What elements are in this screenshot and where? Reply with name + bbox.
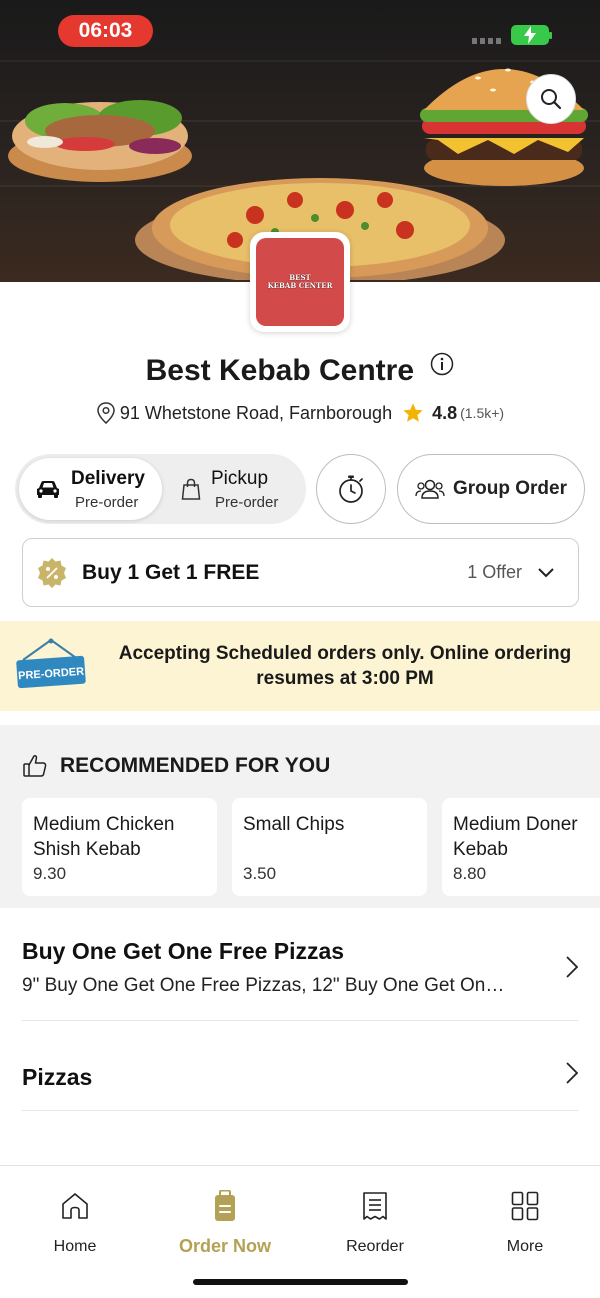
- recommended-item-price: 3.50: [243, 864, 277, 883]
- search-icon: [541, 89, 562, 110]
- status-time: 06:03: [58, 15, 153, 47]
- recommended-item-name: Small Chips: [243, 814, 345, 835]
- restaurant-title: Best Kebab Centre: [0, 350, 600, 388]
- tab-reorder[interactable]: Reorder: [300, 1188, 450, 1256]
- recommended-title: RECOMMENDED FOR YOU: [60, 754, 331, 777]
- tab-more[interactable]: More: [450, 1188, 600, 1256]
- offer-count: 1 Offer: [467, 562, 522, 582]
- signal-icon: [472, 38, 504, 44]
- recommended-item[interactable]: Medium Chicken Shish Kebab 9.30: [22, 798, 217, 896]
- recommended-header: RECOMMENDED FOR YOU: [22, 753, 330, 779]
- stopwatch-icon: [339, 475, 363, 503]
- restaurant-address: 91 Whetstone Road, Farnborough: [119, 402, 393, 423]
- search-button[interactable]: [526, 74, 576, 124]
- info-icon[interactable]: [430, 350, 454, 384]
- location-pin-icon: [97, 402, 115, 424]
- receipt-icon: [363, 1192, 387, 1220]
- chevron-down-icon: [538, 567, 554, 577]
- tab-label: More: [506, 1238, 544, 1255]
- discount-badge-icon: [38, 557, 66, 588]
- battery-charging-icon: [511, 25, 552, 45]
- category-row[interactable]: Buy One Get One Free Pizzas 9" Buy One G…: [22, 938, 578, 997]
- restaurant-name: Best Kebab Centre: [145, 354, 415, 387]
- category-row[interactable]: Pizzas: [22, 1062, 578, 1091]
- grid-icon: [511, 1191, 539, 1221]
- address-rating-row: 91 Whetstone Road, Farnborough 4.8 (1.5k…: [0, 402, 600, 424]
- order-mode-toggle: Delivery Pre-order Pickup Pre-order: [15, 454, 306, 524]
- delivery-option[interactable]: Delivery Pre-order: [19, 458, 162, 520]
- thumbs-up-icon: [23, 754, 47, 777]
- recommended-item-price: 9.30: [33, 864, 67, 883]
- tab-label: Home: [53, 1238, 97, 1255]
- pickup-label: Pickup: [211, 467, 269, 489]
- recommended-section: RECOMMENDED FOR YOU Medium Chicken Shish…: [0, 725, 600, 908]
- divider: [22, 1020, 578, 1021]
- preorder-banner: PRE-ORDER Accepting Scheduled orders onl…: [0, 621, 600, 711]
- home-indicator: [193, 1279, 408, 1285]
- restaurant-logo: BEST KEBAB CENTER: [250, 232, 350, 332]
- logo-text-line2: KEBAB CENTER: [267, 281, 333, 290]
- recommended-item[interactable]: Medium Doner Kebab 8.80: [442, 798, 600, 896]
- recommended-item-name: Medium Doner Kebab: [453, 814, 578, 860]
- rating-count: (1.5k+): [460, 405, 505, 421]
- preorder-message: Accepting Scheduled orders only. Online …: [118, 643, 572, 689]
- pickup-option[interactable]: Pickup Pre-order: [175, 458, 303, 520]
- tab-order-now[interactable]: Order Now: [150, 1188, 300, 1257]
- pickup-sub: Pre-order: [215, 493, 279, 511]
- rating-value: 4.8: [432, 402, 458, 423]
- chevron-right-icon: [566, 956, 578, 978]
- order-bag-icon: [215, 1190, 235, 1221]
- category-name: Pizzas: [22, 1064, 93, 1090]
- tab-label: Reorder: [346, 1238, 404, 1255]
- delivery-sub: Pre-order: [75, 493, 139, 511]
- category-description: 9" Buy One Get One Free Pizzas, 12" Buy …: [22, 975, 505, 996]
- car-icon: [37, 481, 59, 498]
- group-order-label: Group Order: [452, 478, 567, 499]
- schedule-button[interactable]: [316, 454, 386, 524]
- group-order-button[interactable]: Group Order: [397, 454, 585, 524]
- home-icon: [62, 1193, 88, 1219]
- delivery-label: Delivery: [71, 467, 145, 489]
- shopping-bag-icon: [181, 478, 201, 500]
- category-name: Buy One Get One Free Pizzas: [22, 938, 345, 964]
- offer-dropdown[interactable]: Buy 1 Get 1 FREE 1 Offer: [22, 538, 579, 607]
- recommended-item-name: Medium Chicken Shish Kebab: [33, 814, 175, 860]
- recommended-item-price: 8.80: [453, 864, 487, 883]
- offer-label: Buy 1 Get 1 FREE: [82, 560, 260, 584]
- star-icon: [403, 403, 423, 422]
- group-users-icon: [415, 479, 445, 499]
- recommended-item[interactable]: Small Chips 3.50: [232, 798, 427, 896]
- tab-home[interactable]: Home: [0, 1188, 150, 1256]
- preorder-sign-icon: PRE-ORDER: [16, 638, 86, 689]
- tab-label: Order Now: [178, 1236, 271, 1256]
- chevron-right-icon: [566, 1062, 578, 1084]
- divider: [22, 1110, 578, 1111]
